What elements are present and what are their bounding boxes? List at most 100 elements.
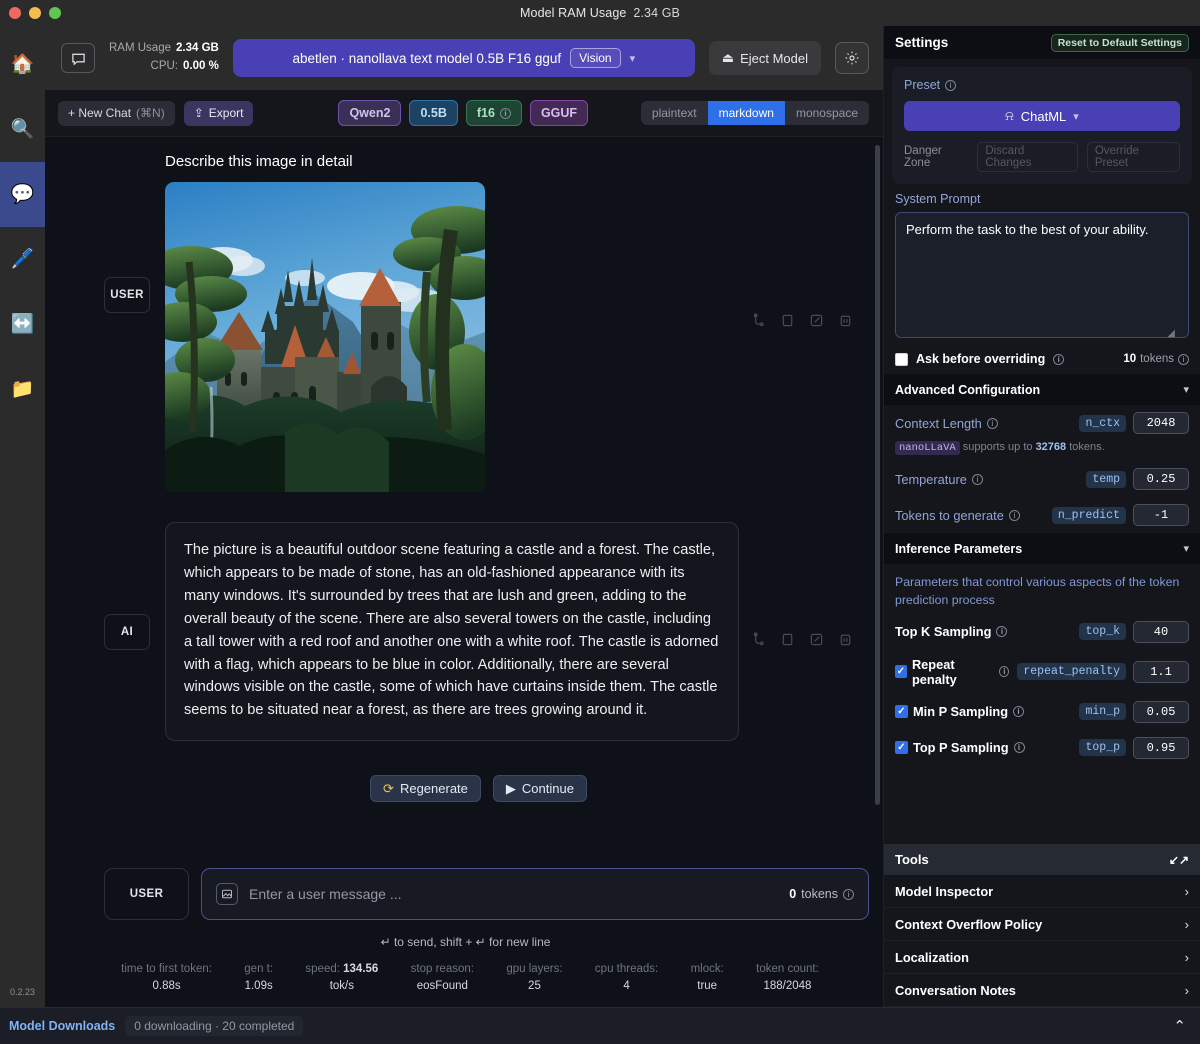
info-icon[interactable]: i [999,666,1010,678]
settings-title: Settings [895,35,949,50]
info-icon[interactable]: i [986,417,998,429]
model-selector[interactable]: abetlen · nanollava text model 0.5B F16 … [232,39,695,77]
system-prompt-input[interactable] [895,212,1189,338]
chat-scrollbar[interactable] [875,145,880,805]
sidebar-item-search[interactable]: 🔍 [0,97,45,162]
stat-value: tok/s [329,980,355,992]
chevron-down-icon: ▾ [1073,110,1079,123]
preset-dropdown[interactable]: ⍾ ChatML ▾ [904,101,1180,131]
delete-icon[interactable] [838,632,853,647]
system-prompt-token-label: tokens [1140,353,1174,365]
danger-zone-label: Danger Zone [904,145,942,169]
repeat-penalty-row: ✓ Repeat penalty i repeat_penalty 1.1 [884,650,1200,694]
settings-gear-button[interactable] [835,42,869,74]
tool-localization[interactable]: Localization › [884,941,1200,974]
delete-icon[interactable] [838,313,853,328]
info-icon[interactable]: i [843,888,854,900]
context-supports-note: nanoLLaVA supports up to 32768 tokens. [884,441,1200,461]
advanced-configuration-header[interactable]: Advanced Configuration ▾ [884,374,1200,405]
regenerate-icon: ⟳ [383,780,394,796]
min-p-checkbox[interactable]: ✓ [895,705,908,719]
message-input[interactable]: Enter a user message ... [249,886,778,902]
stat-value: true [697,980,718,992]
info-icon[interactable]: i [1178,353,1189,365]
top-k-label: Top K Sampling [895,624,992,640]
copy-icon[interactable] [780,313,795,328]
downloads-bar: Model Downloads 0 downloading · 20 compl… [0,1007,1200,1044]
info-icon[interactable]: i [1053,353,1065,365]
reset-settings-button[interactable]: Reset to Default Settings [1050,33,1189,52]
composer-role-badge[interactable]: USER [104,868,189,920]
eject-model-button[interactable]: ⏏ Eject Model [708,41,821,75]
chat-scroll-area[interactable]: USER Describe this image in detail AI Th… [45,137,883,856]
attached-image[interactable] [165,182,485,492]
info-icon[interactable]: i [1013,742,1025,754]
edit-icon[interactable] [809,313,824,328]
copy-icon[interactable] [780,632,795,647]
preset-label-row: Preset i [904,78,1180,92]
sidebar-item-chat[interactable]: 💬 [0,162,45,227]
castle-forest-illustration [165,182,485,492]
user-message-actions[interactable] [751,313,853,328]
branch-icon[interactable] [751,632,766,647]
model-downloads-title[interactable]: Model Downloads [9,1019,115,1033]
continue-button[interactable]: ▶ Continue [492,775,587,803]
tool-model-inspector[interactable]: Model Inspector › [884,875,1200,908]
view-mode-toggle[interactable]: plaintext markdown monospace [640,101,869,125]
chevron-up-icon[interactable]: ⌃ [1173,1017,1186,1035]
view-mode-markdown[interactable]: markdown [707,101,785,125]
temperature-input[interactable]: 0.25 [1133,468,1189,490]
info-icon[interactable]: i [1008,509,1020,521]
settings-scroll[interactable]: Preset i ⍾ ChatML ▾ Danger Zone Discard … [884,59,1200,844]
inference-parameters-header[interactable]: Inference Parameters ▾ [884,533,1200,564]
ask-before-overriding-checkbox[interactable] [895,352,908,366]
info-icon[interactable]: i [499,107,511,119]
repeat-penalty-checkbox[interactable]: ✓ [895,665,907,679]
context-length-label-wrap: Context Length i [895,416,998,431]
temperature-control: temp 0.25 [1086,468,1189,490]
info-icon[interactable]: i [971,473,983,485]
discard-changes-button[interactable]: Discard Changes [977,142,1078,172]
sidebar-item-folder[interactable]: 📁 [0,357,45,422]
edit-icon[interactable] [809,632,824,647]
view-mode-monospace[interactable]: monospace [785,101,869,125]
stat-mlock: mlock: true [691,961,724,996]
chevron-right-icon: › [1184,916,1189,932]
top-p-checkbox[interactable]: ✓ [895,741,908,755]
resize-handle-icon[interactable]: ◢ [1167,328,1175,339]
top-p-input[interactable]: 0.95 [1133,736,1189,759]
message-input-wrapper[interactable]: Enter a user message ... 0 tokens i [201,868,869,920]
assistant-message-actions[interactable] [751,632,853,647]
chat-toolbar: + New Chat (⌘N) ⇪ Export Qwen2 0.5B f16 … [45,90,883,137]
tokens-to-generate-input[interactable]: -1 [1133,504,1189,526]
view-mode-plaintext[interactable]: plaintext [641,101,708,125]
ask-before-overriding-control[interactable]: Ask before overriding i [895,352,1065,366]
sidebar-item-playground[interactable]: 🖊️ [0,227,45,292]
tools-header[interactable]: Tools ↙↗ [884,844,1200,875]
override-preset-button[interactable]: Override Preset [1086,142,1180,172]
tool-context-overflow-policy[interactable]: Context Overflow Policy › [884,908,1200,941]
new-chat-button[interactable]: + New Chat (⌘N) [58,100,175,126]
stat-key: gpu layers: [506,962,563,975]
regenerate-button[interactable]: ⟳ Regenerate [370,775,481,803]
info-icon[interactable]: i [945,79,957,91]
top-k-input[interactable]: 40 [1133,620,1189,643]
sidebar-item-server[interactable]: ↔️ [0,292,45,357]
info-icon[interactable]: i [996,626,1008,638]
tool-conversation-notes[interactable]: Conversation Notes › [884,974,1200,1007]
context-length-input[interactable]: 2048 [1133,412,1189,434]
attach-image-button[interactable] [216,883,238,905]
cpu-usage-label: CPU: [150,60,179,72]
stat-stop-reason: stop reason: eosFound [411,961,474,996]
branch-icon[interactable] [751,313,766,328]
toggle-chat-sidebar-button[interactable] [61,43,95,73]
info-icon[interactable]: i [1013,706,1025,718]
tokens-to-generate-control: n_predict -1 [1051,504,1189,526]
collapse-icon[interactable]: ↙↗ [1169,853,1189,867]
repeat-penalty-input[interactable]: 1.1 [1133,660,1189,683]
export-button[interactable]: ⇪ Export [183,100,254,126]
min-p-input[interactable]: 0.05 [1133,700,1189,723]
chat-icon: 💬 [10,184,35,205]
chevron-down-icon: ▾ [629,52,636,65]
sidebar-item-home[interactable]: 🏠 [0,32,45,97]
